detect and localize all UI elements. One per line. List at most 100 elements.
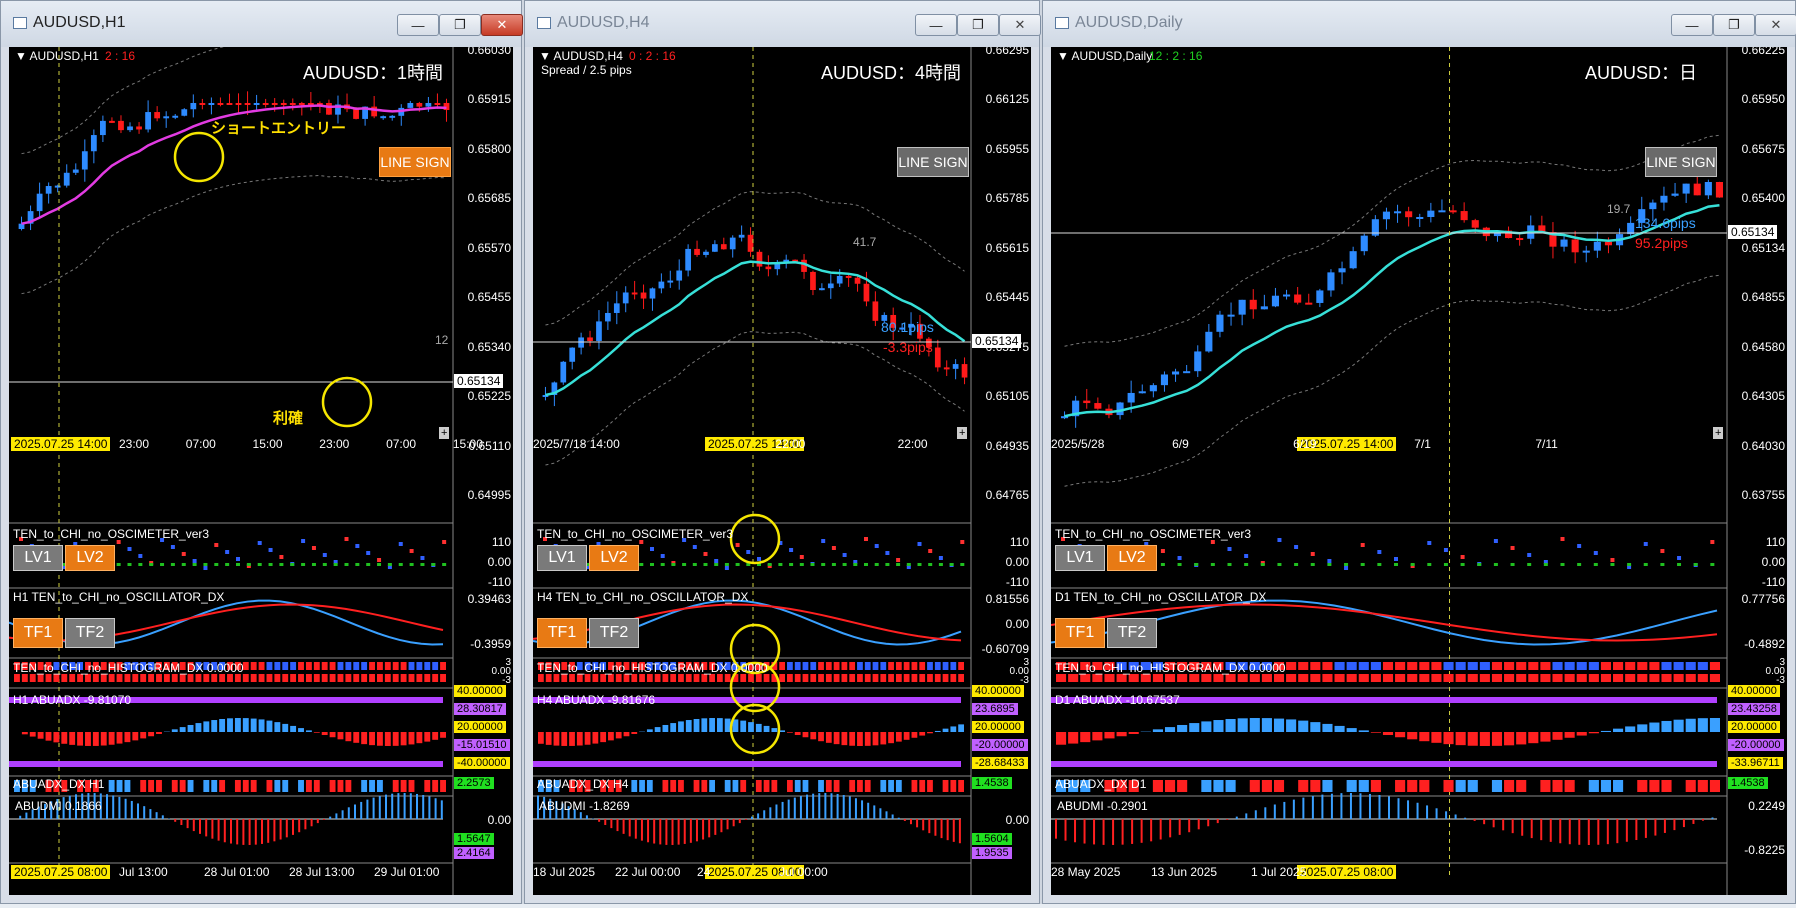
- adx-bar: [1431, 732, 1442, 743]
- tf1-button[interactable]: TF1: [13, 618, 63, 648]
- adx-bar: [203, 721, 210, 732]
- oscimeter-dot: [311, 563, 316, 566]
- zoom-plus-icon[interactable]: +: [957, 427, 968, 439]
- chart-area[interactable]: ▼ AUDUSD,H1 2 : 16 AUDUSD：1時間 LINE SIGN ショート…: [9, 47, 513, 895]
- abuadx-dx-tag: 1.4538: [1728, 777, 1768, 789]
- histogram-bar: [424, 674, 431, 682]
- histogram-bar: [1564, 662, 1575, 670]
- adx-bar: [584, 732, 591, 745]
- candle-body: [262, 103, 269, 105]
- candle-body: [1460, 211, 1468, 221]
- price-axis-label: 0.65675: [1741, 141, 1785, 156]
- line-sign-button[interactable]: LINE SIGN: [379, 147, 451, 177]
- oscimeter-dot: [1527, 553, 1532, 557]
- chart-window-0[interactable]: AUDUSD,H1 — ❐ ✕ ▼ AUDUSD,H1 2 : 16 AUDUSD：1時間 L…: [0, 0, 523, 904]
- histogram-bar: [1092, 674, 1103, 682]
- oscimeter-dot: [960, 540, 965, 544]
- close-icon[interactable]: ✕: [481, 14, 523, 36]
- maximize-icon[interactable]: ❐: [439, 14, 481, 36]
- oscimeter-dot: [799, 555, 804, 559]
- pips-down-label: 95.2pips: [1635, 235, 1688, 251]
- adx-bar: [290, 725, 297, 732]
- maximize-icon[interactable]: ❐: [1713, 14, 1755, 36]
- histogram-bar: [787, 662, 793, 670]
- adx-bar: [1249, 718, 1260, 732]
- oscimeter-dot: [344, 563, 349, 566]
- line-sign-button[interactable]: LINE SIGN: [897, 147, 969, 177]
- histogram-bar: [290, 674, 297, 682]
- histogram-bar: [416, 662, 423, 670]
- lv2-button[interactable]: LV2: [65, 545, 115, 571]
- window-titlebar[interactable]: AUDUSD,H1 — ❐ ✕: [1, 1, 523, 47]
- line-sign-button[interactable]: LINE SIGN: [1645, 147, 1717, 177]
- adx-bar: [818, 732, 824, 742]
- lv2-button[interactable]: LV2: [1107, 545, 1157, 571]
- oscimeter-dot: [420, 556, 425, 560]
- tf1-button[interactable]: TF1: [1055, 618, 1105, 648]
- close-icon[interactable]: ✕: [999, 14, 1041, 36]
- close-icon[interactable]: ✕: [1755, 14, 1796, 36]
- abuadx-dx-tag: 1.4538: [972, 777, 1012, 789]
- tf1-button[interactable]: TF1: [537, 618, 587, 648]
- histogram-bar: [818, 674, 824, 682]
- oscillator-axis-label: -0.3959: [470, 637, 511, 651]
- time-axis-label: 22:00: [897, 437, 928, 451]
- chart-area[interactable]: ▼ AUDUSD,Daily 12 : 2 : 16 AUDUSD：日 LINE SI…: [1051, 47, 1787, 895]
- candle-body: [1593, 241, 1601, 251]
- zoom-plus-icon[interactable]: +: [439, 427, 450, 439]
- oscimeter-dot: [1460, 563, 1465, 566]
- adx-dx-bar: [1298, 780, 1309, 792]
- lv1-button[interactable]: LV1: [13, 545, 63, 571]
- histogram-bar: [408, 662, 415, 670]
- price-axis-label: 0.66295: [985, 47, 1029, 57]
- oscimeter-dot: [1593, 551, 1598, 555]
- bottom-axis-label: 28 Jul 01:00: [204, 865, 270, 879]
- adx-dx-bar: [1443, 780, 1454, 792]
- abudmi-axis-label: 0.00: [487, 813, 511, 827]
- tf2-button[interactable]: TF2: [589, 618, 639, 648]
- window-titlebar[interactable]: AUDUSD,H4 — ❐ ✕: [525, 1, 1041, 47]
- histogram-bar: [1407, 674, 1418, 682]
- zoom-plus-icon[interactable]: +: [1713, 427, 1724, 439]
- histogram-bar: [1552, 674, 1563, 682]
- window-title: AUDUSD,Daily: [1075, 14, 1183, 31]
- chart-area[interactable]: ▼ AUDUSD,H4 0 : 2 : 16 Spread / 2.5 pips AU…: [533, 47, 1031, 895]
- adx-dx-bar: [1564, 780, 1575, 792]
- histogram-bar: [1588, 662, 1599, 670]
- oscimeter-dot: [355, 544, 360, 548]
- tf2-button[interactable]: TF2: [65, 618, 115, 648]
- adx-bar: [321, 732, 328, 736]
- oscimeter-dot: [1277, 538, 1282, 542]
- tf2-button[interactable]: TF2: [1107, 618, 1157, 648]
- adx-dx-bar: [345, 780, 352, 792]
- adx-bar: [1407, 732, 1418, 740]
- maximize-icon[interactable]: ❐: [957, 14, 999, 36]
- lv2-button[interactable]: LV2: [589, 545, 639, 571]
- adx-bar: [1661, 720, 1672, 732]
- lv1-button[interactable]: LV1: [1055, 545, 1105, 571]
- adx-dx-bar: [1213, 780, 1224, 792]
- time-axis-label: 2025/7/18 14:00: [533, 437, 620, 451]
- histogram-bar: [927, 674, 933, 682]
- window-titlebar[interactable]: AUDUSD,Daily — ❐ ✕: [1043, 1, 1796, 47]
- abuadx-axis-tag: -33.96711: [1728, 757, 1783, 769]
- adx-bar: [1540, 732, 1551, 742]
- lv1-button[interactable]: LV1: [537, 545, 587, 571]
- price-axis-label: 0.65785: [985, 191, 1029, 206]
- minimize-icon[interactable]: —: [1671, 14, 1713, 36]
- candle-body: [1160, 374, 1169, 386]
- minimize-icon[interactable]: —: [397, 14, 439, 36]
- adx-bar: [942, 728, 949, 732]
- abuadx-axis-tag: 23.43258: [1728, 703, 1780, 715]
- adx-dx-bar: [250, 780, 257, 792]
- oscimeter-dot: [192, 559, 197, 563]
- abuadx-axis-tag: -40.00000: [454, 757, 510, 769]
- histogram-bar: [880, 662, 887, 670]
- oscimeter-dot: [268, 563, 273, 566]
- histogram-bar: [1298, 662, 1309, 670]
- chart-window-2[interactable]: AUDUSD,Daily — ❐ ✕ ▼ AUDUSD,Daily 12 : 2 : 16…: [1042, 0, 1796, 904]
- oscimeter-dot: [377, 558, 382, 562]
- chart-window-1[interactable]: AUDUSD,H4 — ❐ ✕ ▼ AUDUSD,H4 0 : 2 : 16 Spread …: [524, 0, 1041, 904]
- minimize-icon[interactable]: —: [915, 14, 957, 36]
- candle-body: [199, 103, 206, 105]
